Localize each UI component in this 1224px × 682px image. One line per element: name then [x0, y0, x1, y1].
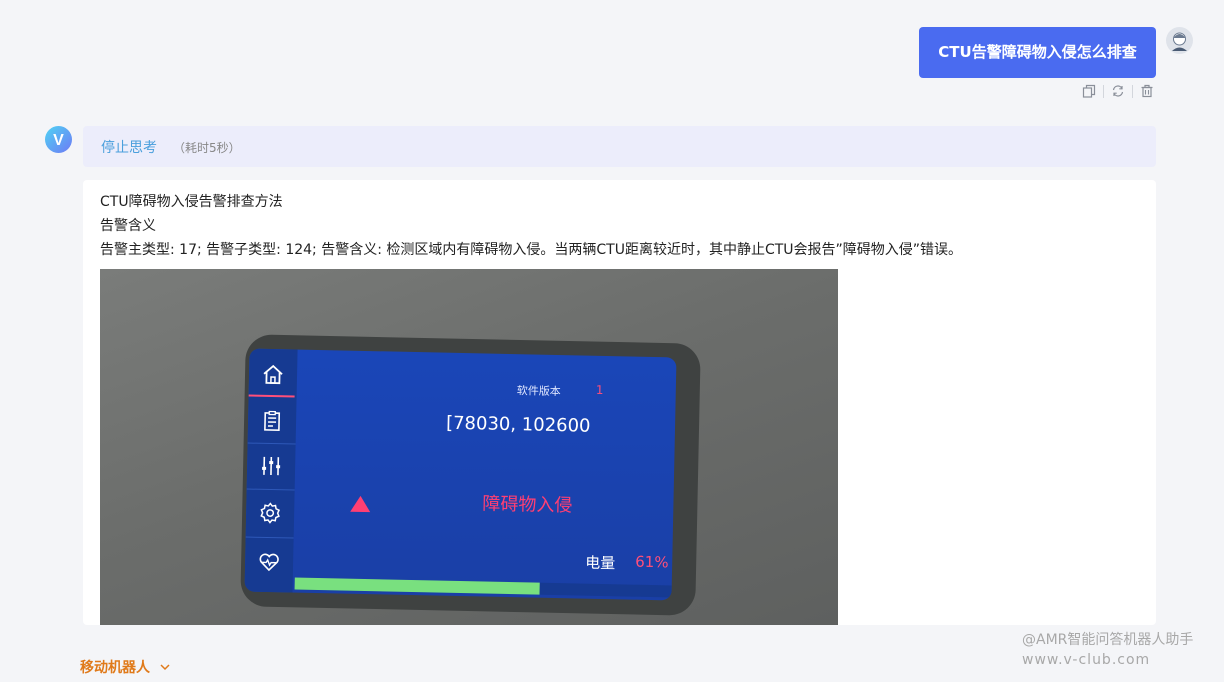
- settings-icon: [256, 499, 285, 528]
- sidebar-divider: [245, 536, 294, 539]
- toolbar-divider: [1132, 84, 1133, 98]
- thinking-duration: （耗时5秒）: [173, 141, 241, 155]
- copy-icon[interactable]: [1080, 83, 1098, 99]
- stop-thinking-button[interactable]: 停止思考: [101, 137, 157, 157]
- user-avatar-icon: [1166, 27, 1193, 54]
- battery-value: 61%: [635, 552, 669, 572]
- sidebar-divider: [246, 488, 295, 491]
- watermark-line2: www.v-club.com: [1022, 652, 1151, 668]
- answer-card: CTU障碍物入侵告警排查方法 告警含义 告警主类型: 17; 告警子类型: 12…: [83, 180, 1156, 625]
- software-version-label: 软件版本: [516, 384, 561, 399]
- toolbar-divider: [1103, 84, 1104, 98]
- heart-pulse-icon: [255, 548, 284, 577]
- chevron-down-icon: [160, 664, 170, 671]
- device-code: [78030, 102600: [445, 412, 591, 437]
- answer-section-heading: 告警含义: [100, 218, 156, 234]
- bot-logo-icon: V: [53, 132, 64, 149]
- clipboard-icon: [258, 407, 287, 436]
- warning-text: 障碍物入侵: [482, 493, 573, 517]
- sliders-icon: [257, 452, 286, 481]
- user-avatar[interactable]: [1166, 27, 1193, 54]
- screen-sidebar: [244, 348, 298, 593]
- home-icon: [259, 361, 288, 390]
- delete-icon[interactable]: [1138, 83, 1156, 99]
- answer-title: CTU障碍物入侵告警排查方法: [100, 194, 283, 210]
- category-dropdown[interactable]: 移动机器人: [80, 657, 171, 677]
- user-message-bubble: CTU告警障碍物入侵怎么排查: [919, 27, 1156, 78]
- answer-paragraph: 告警主类型: 17; 告警子类型: 124; 告警含义: 检测区域内有障碍物入侵…: [100, 242, 963, 258]
- battery-label: 电量: [584, 553, 616, 573]
- sidebar-divider: [247, 442, 296, 445]
- warning-triangle-icon: [349, 495, 371, 517]
- refresh-icon[interactable]: [1109, 83, 1127, 99]
- svg-text:V: V: [53, 132, 64, 149]
- message-toolbar: [1080, 83, 1156, 99]
- active-indicator: [248, 394, 295, 398]
- watermark-line1: @AMR智能问答机器人助手: [1022, 632, 1194, 648]
- category-label: 移动机器人: [80, 660, 150, 676]
- software-version-value: 1: [595, 382, 604, 397]
- progress-bar-fill: [294, 577, 540, 595]
- device-photo: 软件版本 1 [78030, 102600 障碍物入侵 电量 61%: [100, 269, 838, 625]
- thinking-panel[interactable]: 停止思考 （耗时5秒）: [83, 126, 1156, 167]
- device-screen: 软件版本 1 [78030, 102600 障碍物入侵 电量 61%: [244, 348, 677, 601]
- bot-avatar: V: [45, 126, 72, 153]
